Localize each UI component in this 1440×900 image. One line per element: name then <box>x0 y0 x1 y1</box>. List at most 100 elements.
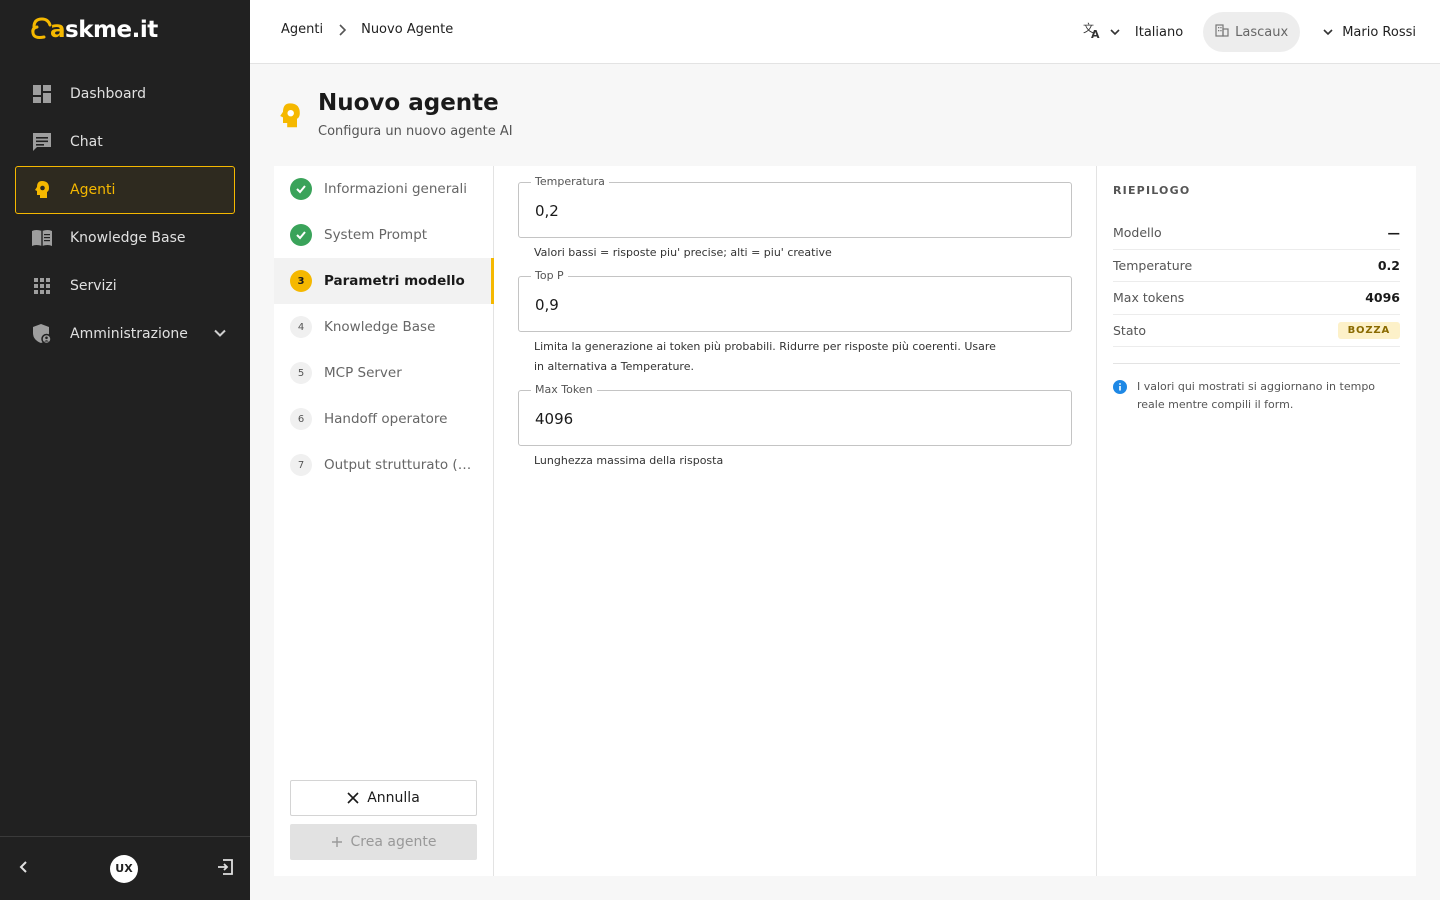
step-label: Output strutturato (JSON) <box>324 457 474 473</box>
building-icon <box>1215 23 1229 41</box>
book-icon <box>31 227 53 249</box>
check-icon <box>290 224 312 246</box>
page-title: Nuovo agente <box>318 90 499 116</box>
summary-value: 0.2 <box>1377 257 1400 273</box>
top-p-label: Top P <box>531 269 568 282</box>
step-label: Informazioni generali <box>324 181 468 197</box>
step-label: System Prompt <box>324 227 428 243</box>
step-label: Handoff operatore <box>324 411 448 427</box>
organization-label: Lascaux <box>1235 24 1289 40</box>
summary-panel: RIEPILOGO Modello — Temperature 0.2 Max … <box>1096 166 1416 876</box>
top-header: Agenti Nuovo Agente 文A Italiano Lascaux <box>250 0 1440 64</box>
temperature-field[interactable]: Temperatura 0,2 <box>518 175 1072 238</box>
step-output-strutturato[interactable]: 7 Output strutturato (JSON) <box>274 442 493 488</box>
cancel-label: Annulla <box>367 790 420 806</box>
sidebar-item-label: Dashboard <box>70 86 146 102</box>
step-informazioni-generali[interactable]: Informazioni generali <box>274 166 493 212</box>
create-label: Crea agente <box>350 834 437 850</box>
step-number: 3 <box>290 270 312 292</box>
step-label: Knowledge Base <box>324 319 436 335</box>
sidebar-item-amministrazione[interactable]: Amministrazione <box>15 310 235 358</box>
step-parametri-modello[interactable]: 3 Parametri modello <box>274 258 494 304</box>
wizard-actions: Annulla Crea agente <box>290 780 477 860</box>
max-token-helper: Lunghezza massima della risposta <box>534 454 724 467</box>
wizard-steps: Informazioni generali System Prompt 3 Pa… <box>274 166 494 876</box>
temperature-label: Temperatura <box>531 175 609 188</box>
cloud-logo-icon <box>31 17 52 39</box>
info-text: I valori qui mostrati si aggiornano in t… <box>1137 380 1376 411</box>
agent-icon <box>31 179 53 201</box>
summary-value: — <box>1387 225 1401 241</box>
user-menu[interactable]: Mario Rossi <box>1322 25 1416 40</box>
user-name: Mario Rossi <box>1342 24 1416 40</box>
step-number: 7 <box>290 454 312 476</box>
summary-title: RIEPILOGO <box>1113 184 1191 197</box>
temperature-helper: Valori bassi = risposte piu' precise; al… <box>534 246 832 259</box>
step-system-prompt[interactable]: System Prompt <box>274 212 493 258</box>
sidebar-item-label: Agenti <box>70 182 116 198</box>
chevron-down-icon[interactable] <box>212 325 228 345</box>
chat-icon <box>31 131 53 153</box>
chevron-down-icon <box>1322 26 1334 38</box>
status-badge: BOZZA <box>1337 321 1400 339</box>
svg-text:A: A <box>1091 28 1100 39</box>
sidebar-footer: UX <box>0 836 250 900</box>
summary-info: I valori qui mostrati si aggiornano in t… <box>1113 378 1400 414</box>
breadcrumb: Agenti Nuovo Agente <box>281 22 453 37</box>
step-knowledge-base[interactable]: 4 Knowledge Base <box>274 304 493 350</box>
sidebar-item-dashboard[interactable]: Dashboard <box>15 70 235 118</box>
language-selector[interactable]: 文A Italiano <box>1083 21 1203 43</box>
collapse-sidebar-icon[interactable] <box>16 859 32 879</box>
page-heading: Nuovo agente Configura un nuovo agente A… <box>276 90 513 139</box>
logout-icon[interactable] <box>216 858 234 880</box>
sidebar-item-label: Chat <box>70 134 103 150</box>
summary-label: Max tokens <box>1113 290 1185 306</box>
summary-row-stato: Stato BOZZA <box>1113 315 1400 347</box>
step-label: MCP Server <box>324 365 402 381</box>
logo-text: askme.it <box>50 17 158 43</box>
step-label: Parametri modello <box>324 273 465 289</box>
language-label: Italiano <box>1134 24 1184 40</box>
sidebar-item-label: Servizi <box>70 278 117 294</box>
create-agent-button[interactable]: Crea agente <box>290 824 477 860</box>
max-token-label: Max Token <box>531 383 597 396</box>
summary-label: Modello <box>1113 225 1162 241</box>
breadcrumb-item-current: Nuovo Agente <box>361 22 454 37</box>
summary-row-max-tokens: Max tokens 4096 <box>1113 282 1400 315</box>
sidebar-item-label: Knowledge Base <box>70 230 186 246</box>
chevron-down-icon <box>1109 26 1121 38</box>
sidebar: askme.it Dashboard Chat Agenti Knowledge… <box>0 0 250 900</box>
step-number: 6 <box>290 408 312 430</box>
breadcrumb-item-agenti[interactable]: Agenti <box>281 22 323 37</box>
sidebar-item-chat[interactable]: Chat <box>15 118 235 166</box>
summary-label: Temperature <box>1113 257 1193 273</box>
check-icon <box>290 178 312 200</box>
wizard-card: Informazioni generali System Prompt 3 Pa… <box>274 166 1416 876</box>
dashboard-icon <box>31 83 53 105</box>
sidebar-item-label: Amministrazione <box>70 326 188 342</box>
ux-badge-icon[interactable]: UX <box>110 854 138 883</box>
step-mcp-server[interactable]: 5 MCP Server <box>274 350 493 396</box>
chevron-right-icon <box>335 23 349 37</box>
page-subtitle: Configura un nuovo agente AI <box>318 124 513 139</box>
top-p-field[interactable]: Top P 0,9 <box>518 269 1072 332</box>
temperature-value: 0,2 <box>535 202 559 220</box>
top-p-helper: Limita la generazione ai token più proba… <box>534 340 996 373</box>
sidebar-item-agenti[interactable]: Agenti <box>15 166 235 214</box>
model-params-form: Temperatura 0,2 Valori bassi = risposte … <box>518 175 1072 471</box>
organization-chip[interactable]: Lascaux <box>1203 12 1301 52</box>
summary-label: Stato <box>1113 322 1147 338</box>
max-token-value: 4096 <box>535 410 574 428</box>
info-icon <box>1113 380 1127 414</box>
step-handoff-operatore[interactable]: 6 Handoff operatore <box>274 396 493 442</box>
summary-row-temperature: Temperature 0.2 <box>1113 250 1400 282</box>
step-number: 5 <box>290 362 312 384</box>
sidebar-item-servizi[interactable]: Servizi <box>15 262 235 310</box>
translate-icon: 文A <box>1083 21 1103 43</box>
app-logo[interactable]: askme.it <box>30 10 158 50</box>
step-number: 4 <box>290 316 312 338</box>
cancel-button[interactable]: Annulla <box>290 780 477 816</box>
max-token-field[interactable]: Max Token 4096 <box>518 383 1072 446</box>
admin-shield-icon <box>31 323 53 345</box>
sidebar-item-knowledge-base[interactable]: Knowledge Base <box>15 214 235 262</box>
